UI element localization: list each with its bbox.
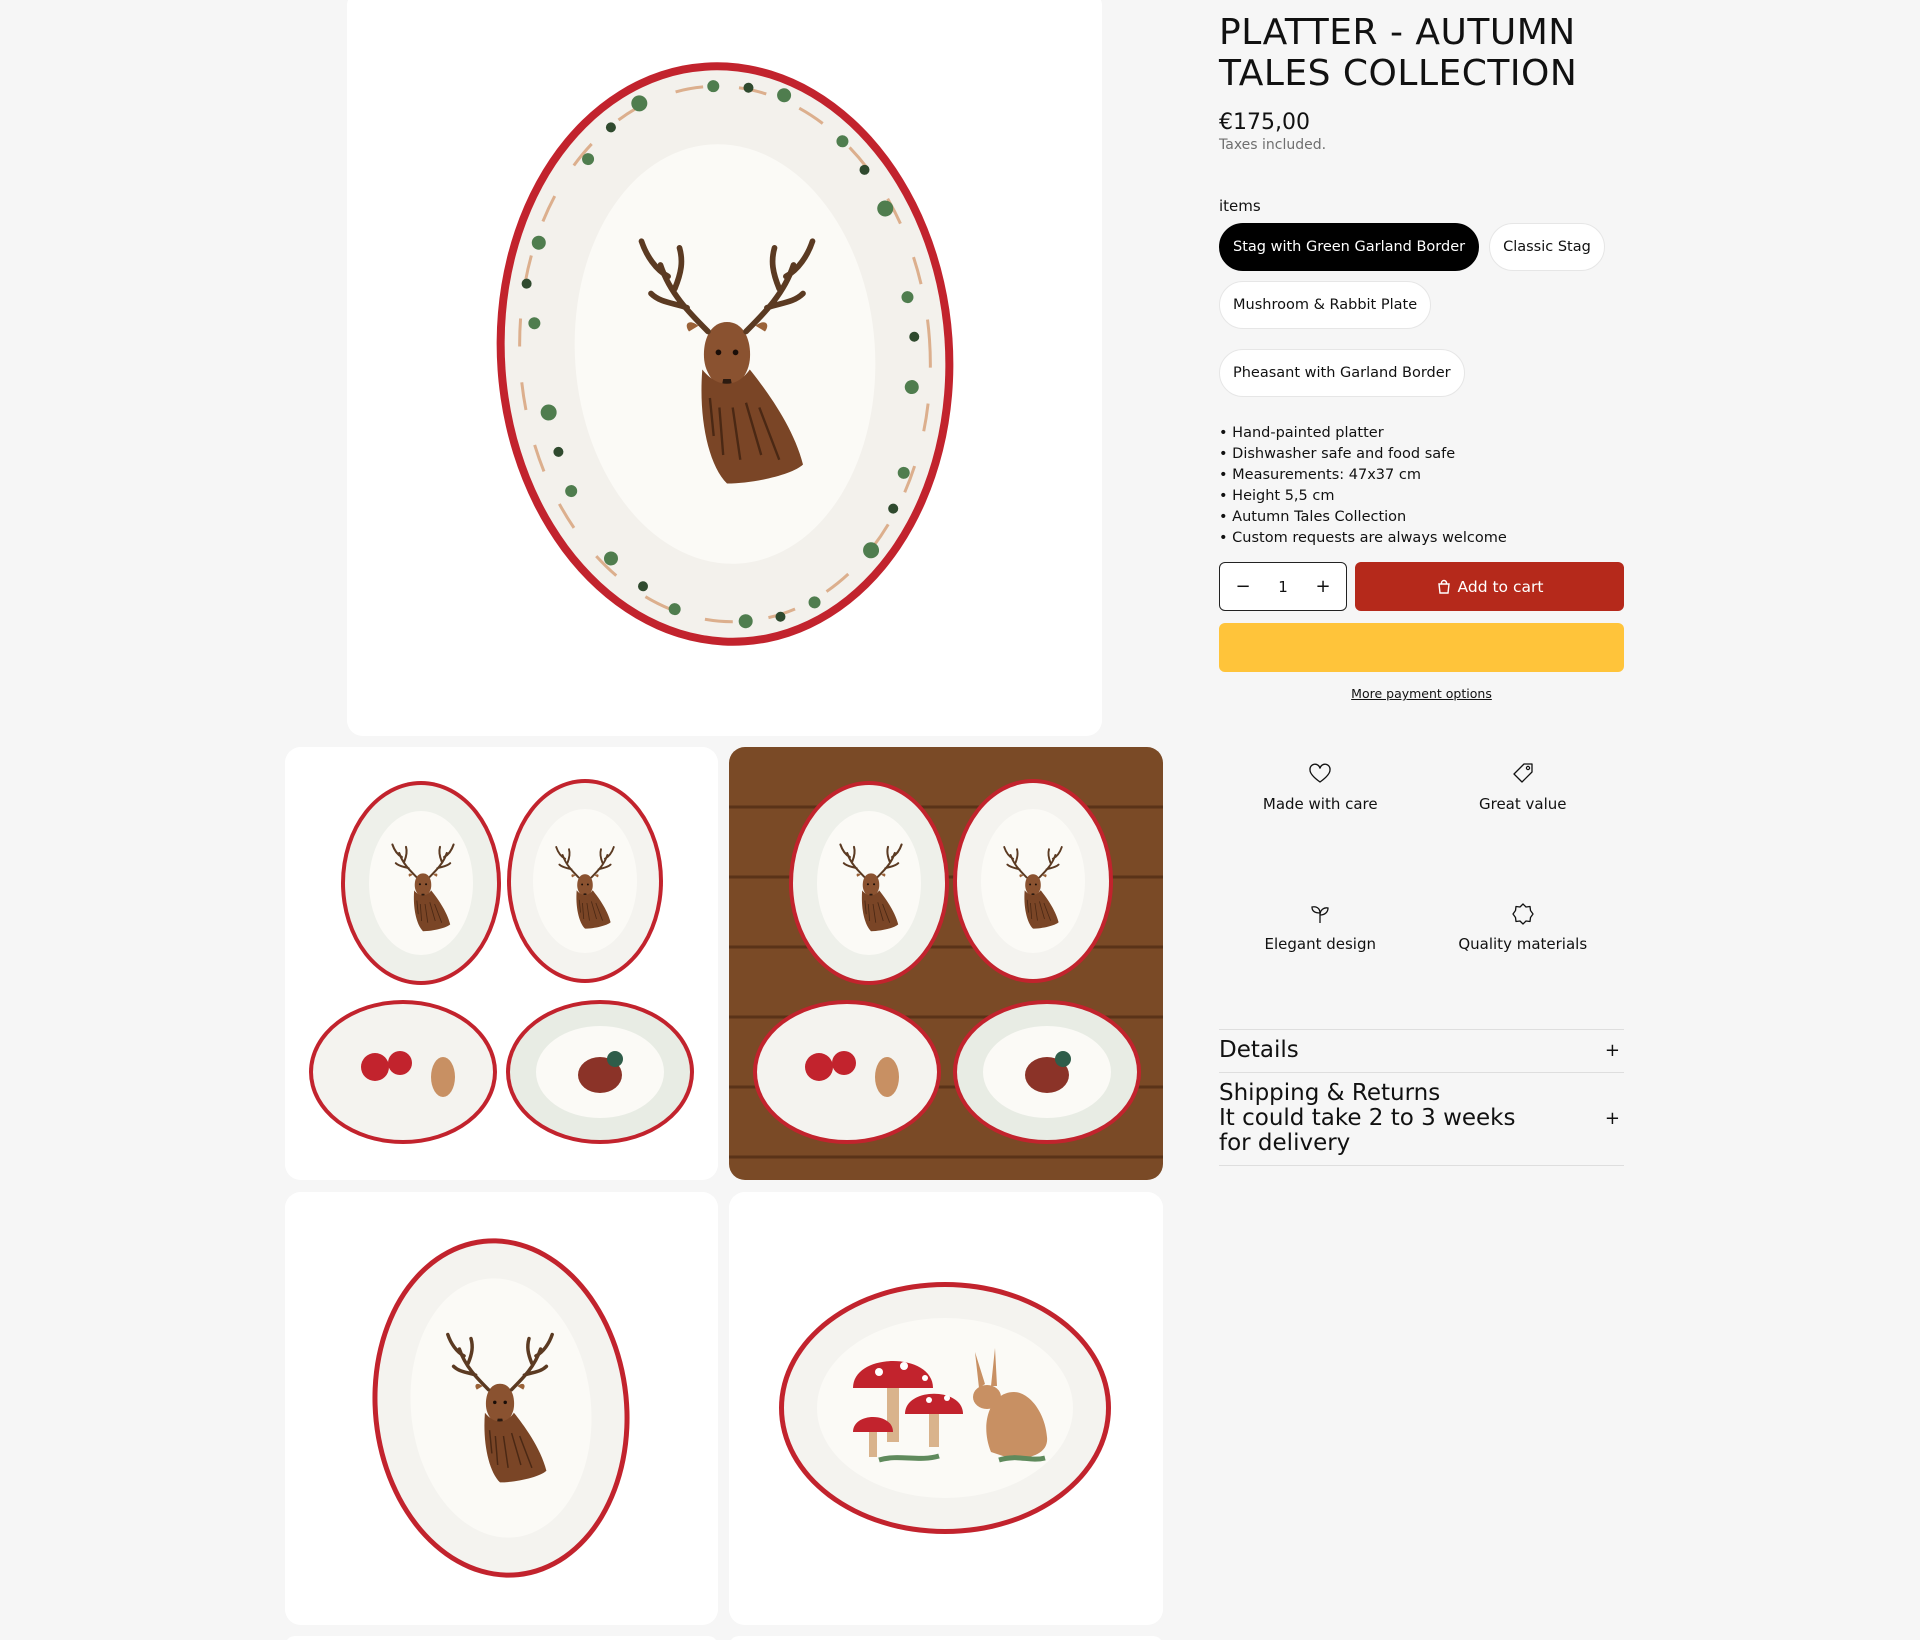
feature-elegant-design: Elegant design xyxy=(1219,889,1422,1029)
quantity-value[interactable]: 1 xyxy=(1278,578,1288,596)
feature-label: Great value xyxy=(1478,795,1567,813)
variant-option-mushroom-rabbit[interactable]: Mushroom & Rabbit Plate xyxy=(1219,281,1432,329)
bag-icon xyxy=(1437,579,1450,594)
product-image-classic-stag[interactable] xyxy=(285,1192,718,1625)
product-title: PLATTER - AUTUMN TALES COLLECTION xyxy=(1219,12,1578,94)
heart-icon xyxy=(1309,763,1331,783)
description-line: • Autumn Tales Collection xyxy=(1219,509,1407,525)
quantity-stepper: − 1 + xyxy=(1219,562,1347,611)
variant-option-stag-garland[interactable]: Stag with Green Garland Border xyxy=(1219,223,1480,271)
plus-icon: + xyxy=(1604,1108,1620,1129)
feature-made-with-care: Made with care xyxy=(1219,749,1422,889)
accordion-details[interactable]: Details + xyxy=(1219,1030,1624,1073)
quantity-increase-button[interactable]: + xyxy=(1310,574,1336,600)
description-line: • Height 5,5 cm xyxy=(1219,488,1335,504)
feature-label: Made with care xyxy=(1262,795,1378,813)
variant-label: items xyxy=(1219,197,1261,215)
variant-option-classic-stag[interactable]: Classic Stag xyxy=(1489,223,1605,271)
express-checkout-button[interactable] xyxy=(1219,623,1624,672)
feature-label: Elegant design xyxy=(1264,935,1376,953)
feature-great-value: Great value xyxy=(1422,749,1625,889)
product-description: • Hand-painted platter • Dishwasher safe… xyxy=(1219,423,1624,549)
description-line: • Hand-painted platter xyxy=(1219,425,1384,441)
variant-option-pheasant-garland[interactable]: Pheasant with Garland Border xyxy=(1219,349,1465,397)
product-accordion: Details + Shipping & Returns It could ta… xyxy=(1219,1029,1624,1166)
accordion-title: Details xyxy=(1219,1037,1299,1063)
sprout-icon xyxy=(1311,906,1329,923)
feature-label: Quality materials xyxy=(1458,935,1588,953)
feature-quality-materials: Quality materials xyxy=(1422,889,1625,1029)
more-payment-options-link[interactable]: More payment options xyxy=(1219,686,1624,701)
tag-icon xyxy=(1513,763,1533,783)
description-line: • Custom requests are always welcome xyxy=(1219,530,1507,546)
product-image-set-white[interactable] xyxy=(285,747,718,1180)
quantity-decrease-button[interactable]: − xyxy=(1230,574,1256,600)
plus-icon: + xyxy=(1604,1040,1620,1061)
accordion-title: Shipping & Returns It could take 2 to 3 … xyxy=(1219,1080,1516,1156)
description-line: • Dishwasher safe and food safe xyxy=(1219,446,1456,462)
product-image-main[interactable] xyxy=(347,0,1102,736)
product-image-set-wood[interactable] xyxy=(729,747,1163,1180)
badge-icon xyxy=(1512,903,1534,925)
product-info: PLATTER - AUTUMN TALES COLLECTION €175,0… xyxy=(1219,0,1624,1166)
product-image-mushroom-rabbit[interactable] xyxy=(729,1192,1163,1625)
product-price: €175,00 xyxy=(1219,110,1310,135)
add-to-cart-label: Add to cart xyxy=(1457,577,1544,596)
product-image-next[interactable] xyxy=(285,1636,718,1640)
tax-note: Taxes included. xyxy=(1219,137,1327,153)
add-to-cart-button[interactable]: Add to cart xyxy=(1355,562,1624,611)
feature-grid: Made with care Great value Elegant desig… xyxy=(1219,749,1624,1029)
product-image-next[interactable] xyxy=(729,1636,1163,1640)
description-line: • Measurements: 47x37 cm xyxy=(1219,467,1421,483)
variant-picker: Stag with Green Garland Border Classic S… xyxy=(1219,223,1624,397)
accordion-shipping[interactable]: Shipping & Returns It could take 2 to 3 … xyxy=(1219,1073,1624,1166)
buy-row: − 1 + Add to cart xyxy=(1219,562,1624,611)
